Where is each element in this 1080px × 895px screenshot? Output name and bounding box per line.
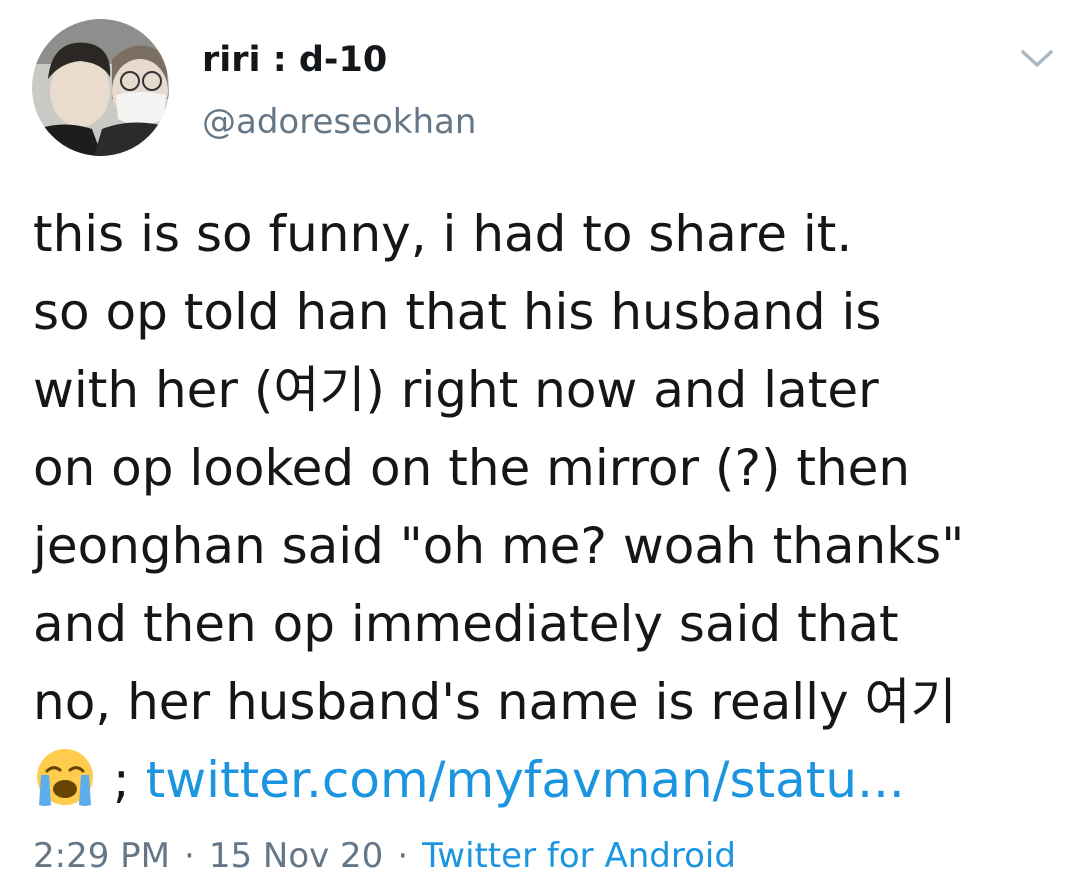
tweet-line: no, her husband's name is really 여기 bbox=[33, 673, 957, 731]
display-name[interactable]: riri : d-10 bbox=[202, 38, 387, 82]
tweet-line: and then op immediately said that bbox=[33, 595, 899, 653]
tweet-time[interactable]: 2:29 PM bbox=[33, 836, 170, 876]
meta-separator: · bbox=[184, 836, 195, 876]
tweet-line: with her (여기) right now and later bbox=[33, 361, 879, 419]
tweet-line: so op told han that his husband is bbox=[33, 283, 882, 341]
separator-text: ; bbox=[97, 751, 146, 809]
tweet-line: this is so funny, i had to share it. bbox=[33, 205, 853, 263]
avatar[interactable] bbox=[32, 19, 169, 156]
loudly-crying-face-icon bbox=[37, 749, 93, 806]
tweet-line: jeonghan said "oh me? woah thanks" bbox=[33, 517, 965, 575]
avatar-photo bbox=[32, 19, 169, 156]
tweet-source-link[interactable]: Twitter for Android bbox=[422, 836, 736, 876]
tweet-date[interactable]: 15 Nov 20 bbox=[209, 836, 384, 876]
tweet-line-last: ; twitter.com/myfavman/statu... bbox=[33, 741, 1063, 819]
tweet-meta: 2:29 PM · 15 Nov 20 · Twitter for Android bbox=[33, 834, 736, 878]
meta-separator: · bbox=[397, 836, 409, 876]
tweet-line: on op looked on the mirror (?) then bbox=[33, 439, 911, 497]
tweet-link[interactable]: twitter.com/myfavman/statu... bbox=[146, 751, 905, 809]
user-handle[interactable]: @adoreseokhan bbox=[202, 100, 476, 144]
tweet-text: this is so funny, i had to share it. so … bbox=[33, 195, 1063, 819]
chevron-down-icon[interactable] bbox=[1019, 44, 1055, 72]
